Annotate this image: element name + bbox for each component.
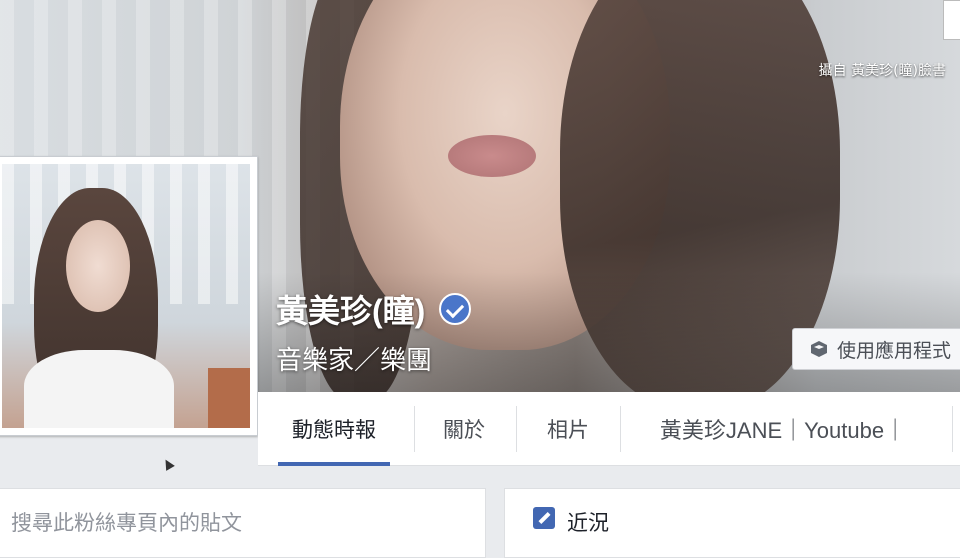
- tab-timeline-label: 動態時報: [292, 418, 376, 442]
- status-label: 近況: [567, 511, 609, 535]
- tab-youtube-label: 黃美珍JANE｜Youtube｜: [659, 418, 907, 443]
- tab-divider: [952, 406, 953, 452]
- tab-photos-label: 相片: [547, 418, 589, 442]
- profile-brick: [208, 368, 250, 428]
- photo-credit: 攝自 黃美珍(瞳)臉書: [818, 63, 946, 79]
- page-name-text[interactable]: 黃美珍(瞳): [276, 286, 425, 332]
- cube-icon: [811, 341, 827, 357]
- cover-corner-control[interactable]: [943, 0, 960, 40]
- pencil-icon: [533, 507, 555, 529]
- tab-youtube[interactable]: 黃美珍JANE｜Youtube｜: [646, 392, 920, 466]
- tab-photos[interactable]: 相片: [530, 392, 606, 466]
- tab-about-label: 關於: [443, 418, 485, 442]
- tab-divider: [414, 406, 415, 452]
- profile-picture-image: [2, 164, 250, 428]
- use-app-button[interactable]: 使用應用程式: [792, 328, 960, 370]
- verified-badge-icon: [439, 293, 472, 325]
- page-title[interactable]: 黃美珍(瞳): [276, 286, 472, 332]
- search-placeholder: 搜尋此粉絲專頁內的貼文: [11, 511, 242, 535]
- tab-about[interactable]: 關於: [428, 392, 500, 466]
- tab-divider: [620, 406, 621, 452]
- page-post-search-input[interactable]: 搜尋此粉絲專頁內的貼文: [0, 488, 486, 558]
- page-tab-bar: 動態時報 關於 相片 黃美珍JANE｜Youtube｜: [258, 392, 960, 466]
- profile-face: [66, 220, 130, 312]
- mouse-cursor-icon: [161, 457, 175, 471]
- use-app-label: 使用應用程式: [837, 339, 952, 362]
- page-category[interactable]: 音樂家／樂團: [276, 340, 432, 377]
- profile-shirt: [24, 350, 174, 428]
- tab-divider: [516, 406, 517, 452]
- cover-lips: [448, 135, 536, 177]
- tab-timeline[interactable]: 動態時報: [278, 392, 390, 466]
- status-update-button[interactable]: 近況: [504, 488, 960, 558]
- profile-picture[interactable]: [0, 156, 258, 436]
